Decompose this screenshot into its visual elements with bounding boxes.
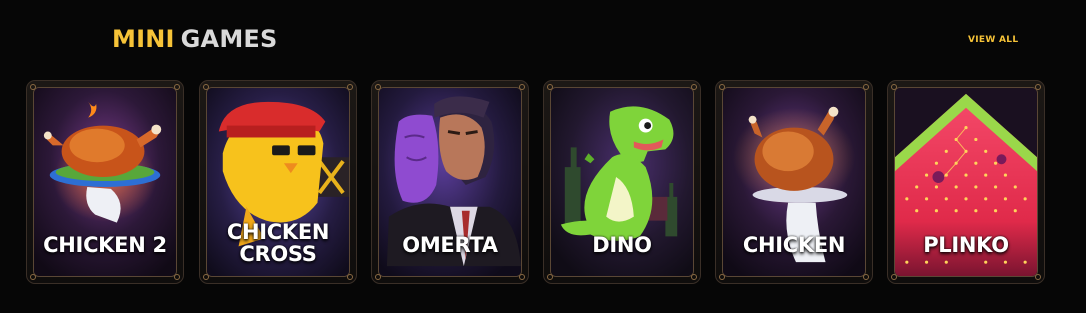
corner-ornament-icon	[30, 84, 36, 90]
game-title: DINO	[592, 233, 652, 257]
game-card-frame: PLINKO	[894, 87, 1038, 277]
game-card-frame: DINO	[550, 87, 694, 277]
section-title: MINI GAMES	[112, 24, 277, 54]
game-title: CHICKEN	[742, 233, 846, 257]
game-card-chicken[interactable]: CHICKEN	[715, 80, 873, 284]
corner-ornament-icon	[375, 274, 381, 280]
corner-ornament-icon	[547, 274, 553, 280]
corner-ornament-icon	[174, 84, 180, 90]
corner-ornament-icon	[347, 84, 353, 90]
mini-games-section: MINI GAMES VIEW ALL CHICKEN 2 CHICKEN CR…	[0, 0, 1086, 313]
corner-ornament-icon	[519, 84, 525, 90]
game-card-dino[interactable]: DINO	[543, 80, 701, 284]
corner-ornament-icon	[174, 274, 180, 280]
game-title: OMERTA	[402, 233, 498, 257]
corner-ornament-icon	[547, 84, 553, 90]
corner-ornament-icon	[347, 274, 353, 280]
view-all-link[interactable]: VIEW ALL	[968, 35, 1018, 45]
game-card-frame: CHICKEN CROSS	[206, 87, 350, 277]
corner-ornament-icon	[691, 274, 697, 280]
game-card-omerta[interactable]: OMERTA	[371, 80, 529, 284]
game-title-line-2: CROSS	[239, 242, 317, 266]
game-title: CHICKEN 2	[43, 233, 167, 257]
game-title: PLINKO	[923, 233, 1009, 257]
game-card-frame: CHICKEN	[722, 87, 866, 277]
corner-ornament-icon	[30, 274, 36, 280]
corner-ornament-icon	[203, 274, 209, 280]
corner-ornament-icon	[719, 274, 725, 280]
game-card-plinko[interactable]: PLINKO	[887, 80, 1045, 284]
corner-ornament-icon	[1035, 84, 1041, 90]
game-card-chicken-cross[interactable]: CHICKEN CROSS	[199, 80, 357, 284]
game-card-chicken-2[interactable]: CHICKEN 2	[26, 80, 184, 284]
corner-ornament-icon	[863, 274, 869, 280]
corner-ornament-icon	[375, 84, 381, 90]
corner-ornament-icon	[891, 84, 897, 90]
corner-ornament-icon	[719, 84, 725, 90]
corner-ornament-icon	[863, 84, 869, 90]
game-card-frame: OMERTA	[378, 87, 522, 277]
corner-ornament-icon	[519, 274, 525, 280]
corner-ornament-icon	[691, 84, 697, 90]
game-title-line-1: CHICKEN	[226, 220, 330, 244]
section-title-rest: GAMES	[180, 25, 278, 53]
corner-ornament-icon	[1035, 274, 1041, 280]
corner-ornament-icon	[891, 274, 897, 280]
section-title-highlight: MINI	[112, 25, 175, 53]
corner-ornament-icon	[203, 84, 209, 90]
game-card-frame: CHICKEN 2	[33, 87, 177, 277]
